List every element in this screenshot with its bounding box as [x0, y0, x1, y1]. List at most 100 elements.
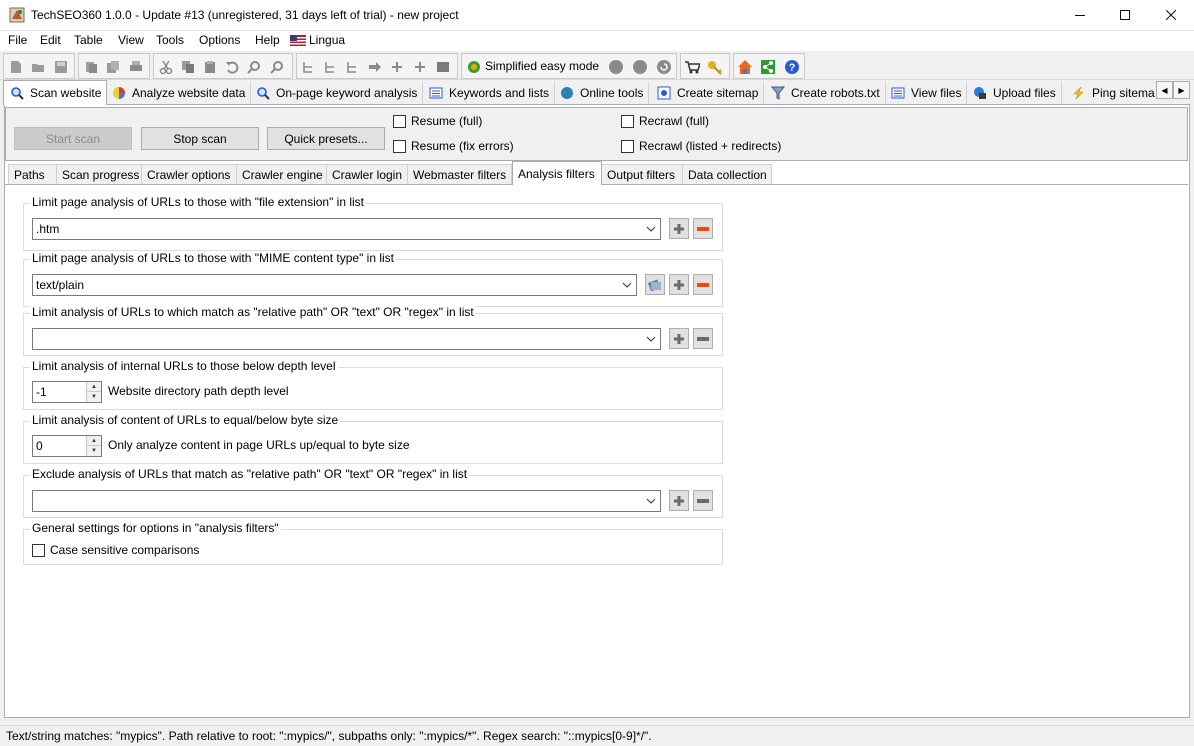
checkbox-box[interactable]: [32, 543, 45, 557]
tree-expand-icon[interactable]: [300, 58, 318, 76]
tree-icon[interactable]: [344, 58, 362, 76]
chevron-down-icon[interactable]: [622, 280, 632, 290]
menu-help[interactable]: Help: [255, 33, 280, 47]
depth-level-label: Website directory path depth level: [108, 384, 289, 398]
key-icon[interactable]: [706, 58, 724, 76]
menu-table[interactable]: Table: [74, 33, 103, 47]
open-file-icon[interactable]: [29, 58, 47, 76]
tab-online-tools[interactable]: Online tools: [554, 82, 650, 104]
add-button[interactable]: [669, 490, 689, 511]
subtab-analysis-filters[interactable]: Analysis filters: [512, 161, 602, 185]
add-button[interactable]: [669, 218, 689, 239]
subtab-crawler-login[interactable]: Crawler login: [326, 164, 408, 185]
depth-level-spinner[interactable]: -1 ▲ ▼: [32, 381, 102, 403]
subtab-output-filters[interactable]: Output filters: [601, 164, 683, 185]
share-icon[interactable]: [759, 58, 777, 76]
cut-icon[interactable]: [157, 58, 175, 76]
copy-icon[interactable]: [179, 58, 197, 76]
chevron-down-icon[interactable]: [646, 224, 656, 234]
start-scan-button[interactable]: Start scan: [14, 127, 132, 150]
remove-button[interactable]: [693, 218, 713, 239]
new-file-icon[interactable]: [7, 58, 25, 76]
case-sensitive-checkbox[interactable]: Case sensitive comparisons: [32, 543, 199, 557]
resume-fix-errors-checkbox[interactable]: Resume (fix errors): [393, 139, 514, 153]
save-icon[interactable]: [52, 58, 70, 76]
recrawl-listed-checkbox[interactable]: Recrawl (listed + redirects): [621, 139, 781, 153]
paste-icon[interactable]: [201, 58, 219, 76]
group-title: Limit page analysis of URLs to those wit…: [30, 195, 367, 209]
magnifier-icon: [255, 85, 271, 101]
checkbox-box[interactable]: [393, 114, 406, 128]
tab-view-files[interactable]: View files: [885, 82, 968, 104]
merge-icon[interactable]: [411, 58, 429, 76]
tree-collapse-icon[interactable]: [322, 58, 340, 76]
stop-icon[interactable]: [631, 58, 649, 76]
subtab-crawler-engine[interactable]: Crawler engine: [236, 164, 327, 185]
refresh-icon[interactable]: [655, 58, 673, 76]
byte-size-spinner[interactable]: 0 ▲ ▼: [32, 435, 102, 457]
group-title: General settings for options in "analysi…: [30, 521, 281, 535]
menu-file[interactable]: File: [8, 33, 27, 47]
remove-button[interactable]: [693, 328, 713, 349]
subtab-data-collection[interactable]: Data collection: [682, 164, 772, 185]
subtab-crawler-options[interactable]: Crawler options: [141, 164, 237, 185]
tab-ping-sitemap[interactable]: Ping sitema: [1066, 82, 1160, 104]
tab-create-robots[interactable]: Create robots.txt: [765, 82, 886, 104]
find-icon[interactable]: [245, 58, 263, 76]
stop-scan-button[interactable]: Stop scan: [141, 127, 259, 150]
checkbox-box[interactable]: [621, 114, 634, 128]
tab-keywords-and-lists[interactable]: Keywords and lists: [423, 82, 556, 104]
menu-view[interactable]: View: [118, 33, 144, 47]
spinner-buttons[interactable]: ▲ ▼: [86, 436, 101, 456]
tab-upload-files[interactable]: Upload files: [967, 82, 1062, 104]
help-icon[interactable]: ?: [783, 58, 801, 76]
tab-scroll-right-icon[interactable]: ▶: [1173, 81, 1190, 99]
columns-icon[interactable]: [434, 58, 452, 76]
simplified-mode-icon[interactable]: [465, 58, 483, 76]
menu-lingua[interactable]: Lingua: [309, 33, 345, 47]
tab-scroll-left-icon[interactable]: ◀: [1156, 81, 1173, 99]
match-filter-combo[interactable]: [32, 328, 661, 350]
exclude-filter-combo[interactable]: [32, 490, 661, 512]
maximize-icon[interactable]: [1102, 0, 1148, 30]
split-icon[interactable]: [388, 58, 406, 76]
checkbox-box[interactable]: [393, 139, 406, 153]
copy-icon[interactable]: [82, 58, 100, 76]
tab-scan-website[interactable]: Scan website: [3, 80, 108, 105]
minimize-icon[interactable]: [1057, 0, 1103, 30]
recrawl-full-checkbox[interactable]: Recrawl (full): [621, 114, 709, 128]
cart-icon[interactable]: [683, 58, 701, 76]
close-icon[interactable]: [1148, 0, 1194, 30]
chevron-down-icon[interactable]: [646, 334, 656, 344]
quick-presets-button[interactable]: Quick presets...: [267, 127, 385, 150]
menu-edit[interactable]: Edit: [40, 33, 61, 47]
docs-icon[interactable]: [104, 58, 122, 76]
menu-options[interactable]: Options: [199, 33, 240, 47]
subtab-webmaster-filters[interactable]: Webmaster filters: [407, 164, 512, 185]
add-button[interactable]: [669, 328, 689, 349]
tab-on-page-keyword-analysis[interactable]: On-page keyword analysis: [250, 82, 424, 104]
subtab-scan-progress[interactable]: Scan progress: [56, 164, 142, 185]
simplified-mode-label[interactable]: Simplified easy mode: [485, 59, 599, 73]
mime-presets-button[interactable]: [645, 274, 665, 295]
home-icon[interactable]: [736, 58, 754, 76]
print-icon[interactable]: [127, 58, 145, 76]
tab-create-sitemap[interactable]: Create sitemap: [651, 82, 765, 104]
subtab-paths[interactable]: Paths: [8, 164, 57, 185]
menu-tools[interactable]: Tools: [156, 33, 184, 47]
remove-button[interactable]: [693, 274, 713, 295]
file-extension-combo[interactable]: .htm: [32, 218, 661, 240]
chevron-down-icon[interactable]: [646, 496, 656, 506]
spinner-buttons[interactable]: ▲ ▼: [86, 382, 101, 402]
resume-full-checkbox[interactable]: Resume (full): [393, 114, 482, 128]
undo-icon[interactable]: [223, 58, 241, 76]
move-right-icon[interactable]: [366, 58, 384, 76]
find-next-icon[interactable]: [268, 58, 286, 76]
record-icon[interactable]: [607, 58, 625, 76]
add-button[interactable]: [669, 274, 689, 295]
remove-button[interactable]: [693, 490, 713, 511]
checkbox-box[interactable]: [621, 139, 634, 153]
pie-chart-icon: [111, 85, 127, 101]
tab-analyze-website-data[interactable]: Analyze website data: [106, 82, 252, 104]
mime-type-combo[interactable]: text/plain: [32, 274, 637, 296]
